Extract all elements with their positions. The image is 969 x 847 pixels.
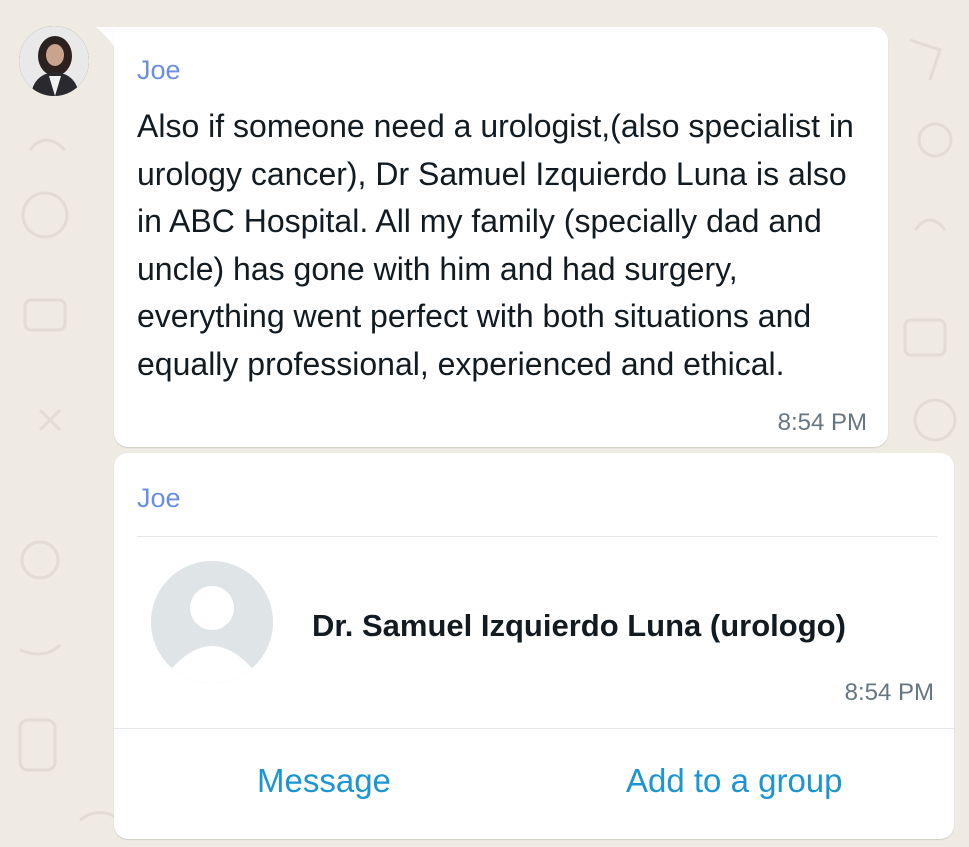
divider (137, 536, 937, 537)
divider (114, 728, 954, 729)
message-timestamp: 8:54 PM (777, 409, 867, 436)
contact-name[interactable]: Dr. Samuel Izquierdo Luna (urologo) (312, 608, 846, 644)
user-avatar-photo-icon (19, 26, 89, 96)
sender-name[interactable]: Joe (137, 55, 181, 86)
contact-card-timestamp: 8:54 PM (844, 679, 934, 706)
default-contact-avatar-icon (151, 561, 273, 683)
message-bubble[interactable]: Joe Also if someone need a urologist,(al… (114, 27, 888, 447)
add-to-group-button[interactable]: Add to a group (626, 762, 843, 800)
contact-avatar[interactable] (151, 561, 273, 683)
message-contact-button[interactable]: Message (257, 762, 391, 800)
sender-avatar[interactable] (19, 26, 89, 96)
bubble-tail (96, 27, 116, 49)
message-text: Also if someone need a urologist,(also s… (137, 108, 854, 382)
contact-card-bubble[interactable]: Joe Dr. Samuel Izquierdo Luna (urologo) … (114, 453, 954, 839)
sender-name[interactable]: Joe (137, 483, 181, 514)
